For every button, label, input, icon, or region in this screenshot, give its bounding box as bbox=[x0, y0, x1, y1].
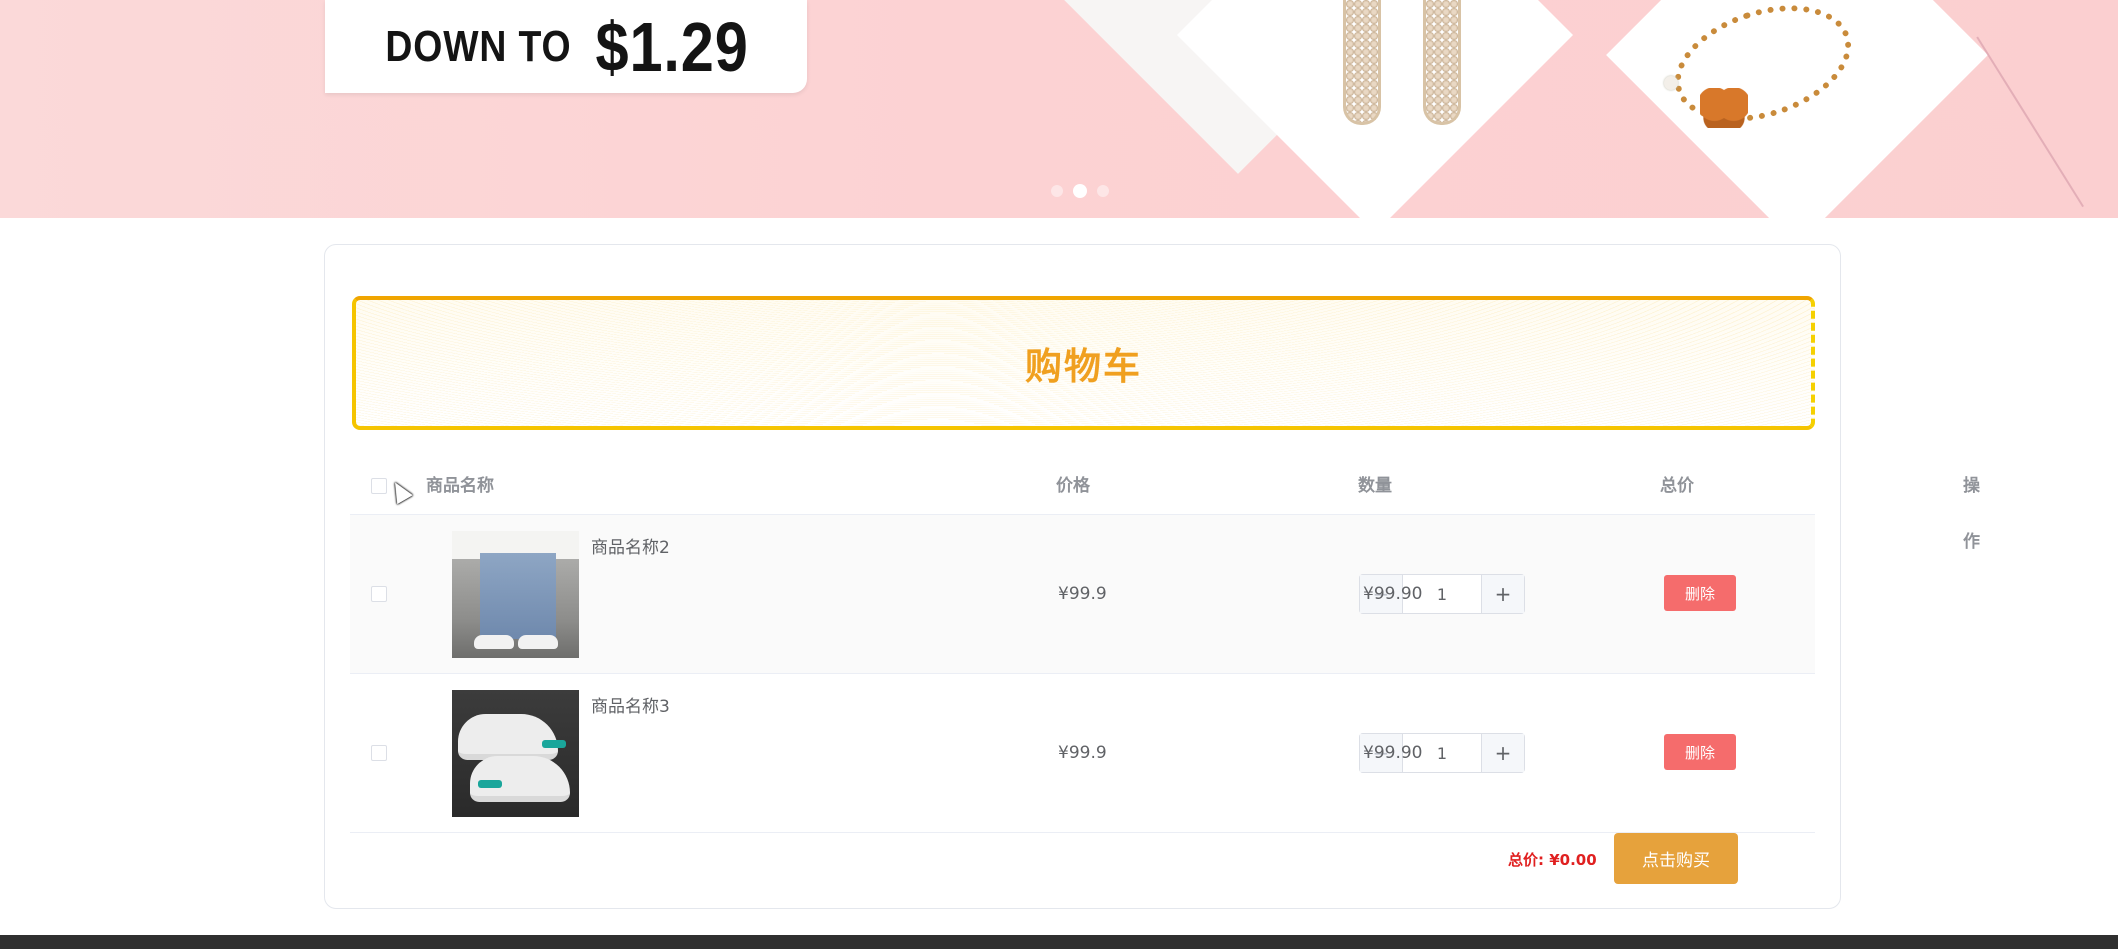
carousel-dot-1[interactable] bbox=[1051, 185, 1063, 197]
promo-banner-carousel[interactable]: DOWN TO $1.29 bbox=[0, 0, 2118, 218]
promo-prefix: DOWN TO bbox=[385, 21, 572, 71]
product-thumbnail-jeans bbox=[452, 531, 579, 658]
increase-quantity-button[interactable]: + bbox=[1481, 734, 1524, 772]
cart-title: 购物车 bbox=[1025, 345, 1142, 388]
product-name: 商品名称2 bbox=[591, 538, 670, 558]
delete-button[interactable]: 删除 bbox=[1664, 575, 1736, 611]
carousel-indicators bbox=[1051, 184, 1109, 198]
table-row: 商品名称2 ¥99.9 − + ¥99.90 删除 bbox=[350, 515, 1815, 674]
cart-table: 商品名称 价格 数量 总价 操作 商品名称2 ¥99.9 − + bbox=[350, 458, 1980, 887]
page-footer-bar bbox=[0, 935, 2118, 949]
column-header-action: 操作 bbox=[1963, 476, 1980, 552]
carousel-dot-3[interactable] bbox=[1097, 185, 1109, 197]
row-total: ¥99.90 bbox=[1363, 743, 1423, 763]
table-row: 商品名称3 ¥99.9 − + ¥99.90 删除 bbox=[350, 674, 1815, 833]
product-name: 商品名称3 bbox=[591, 697, 670, 717]
promo-label: DOWN TO $1.29 bbox=[325, 0, 807, 93]
column-header-quantity: 数量 bbox=[1358, 476, 1392, 496]
carousel-dot-2[interactable] bbox=[1073, 184, 1087, 198]
product-thumbnail-sneaker bbox=[452, 690, 579, 817]
column-header-name: 商品名称 bbox=[426, 476, 494, 496]
delete-button[interactable]: 删除 bbox=[1664, 734, 1736, 770]
pearl-charm-image bbox=[1664, 76, 1678, 90]
increase-quantity-button[interactable]: + bbox=[1481, 575, 1524, 613]
buy-button[interactable]: 点击购买 bbox=[1614, 833, 1738, 884]
cart-header-banner: 购物车 bbox=[352, 296, 1815, 430]
row-total: ¥99.90 bbox=[1363, 584, 1423, 604]
column-header-price: 价格 bbox=[1056, 476, 1090, 496]
earring-image bbox=[1423, 0, 1461, 125]
cart-summary: 总价: ¥0.00 点击购买 bbox=[350, 833, 1815, 887]
row-checkbox[interactable] bbox=[371, 586, 387, 602]
butterfly-charm-image bbox=[1700, 88, 1748, 128]
product-price: ¥99.9 bbox=[1058, 584, 1107, 604]
select-all-checkbox[interactable] bbox=[371, 478, 387, 494]
earring-image bbox=[1343, 0, 1381, 125]
promo-price: $1.29 bbox=[595, 7, 749, 86]
row-checkbox[interactable] bbox=[371, 745, 387, 761]
product-price: ¥99.9 bbox=[1058, 743, 1107, 763]
branch-decoration bbox=[1976, 0, 2118, 208]
column-header-total: 总价 bbox=[1660, 476, 1694, 496]
cart-table-header: 商品名称 价格 数量 总价 操作 bbox=[350, 458, 1980, 552]
cart-total-label: 总价: ¥0.00 bbox=[1508, 851, 1597, 869]
cart-card: 购物车 商品名称 价格 数量 总价 操作 商品名称2 ¥99.9 − 1 + ¥… bbox=[324, 244, 1980, 909]
